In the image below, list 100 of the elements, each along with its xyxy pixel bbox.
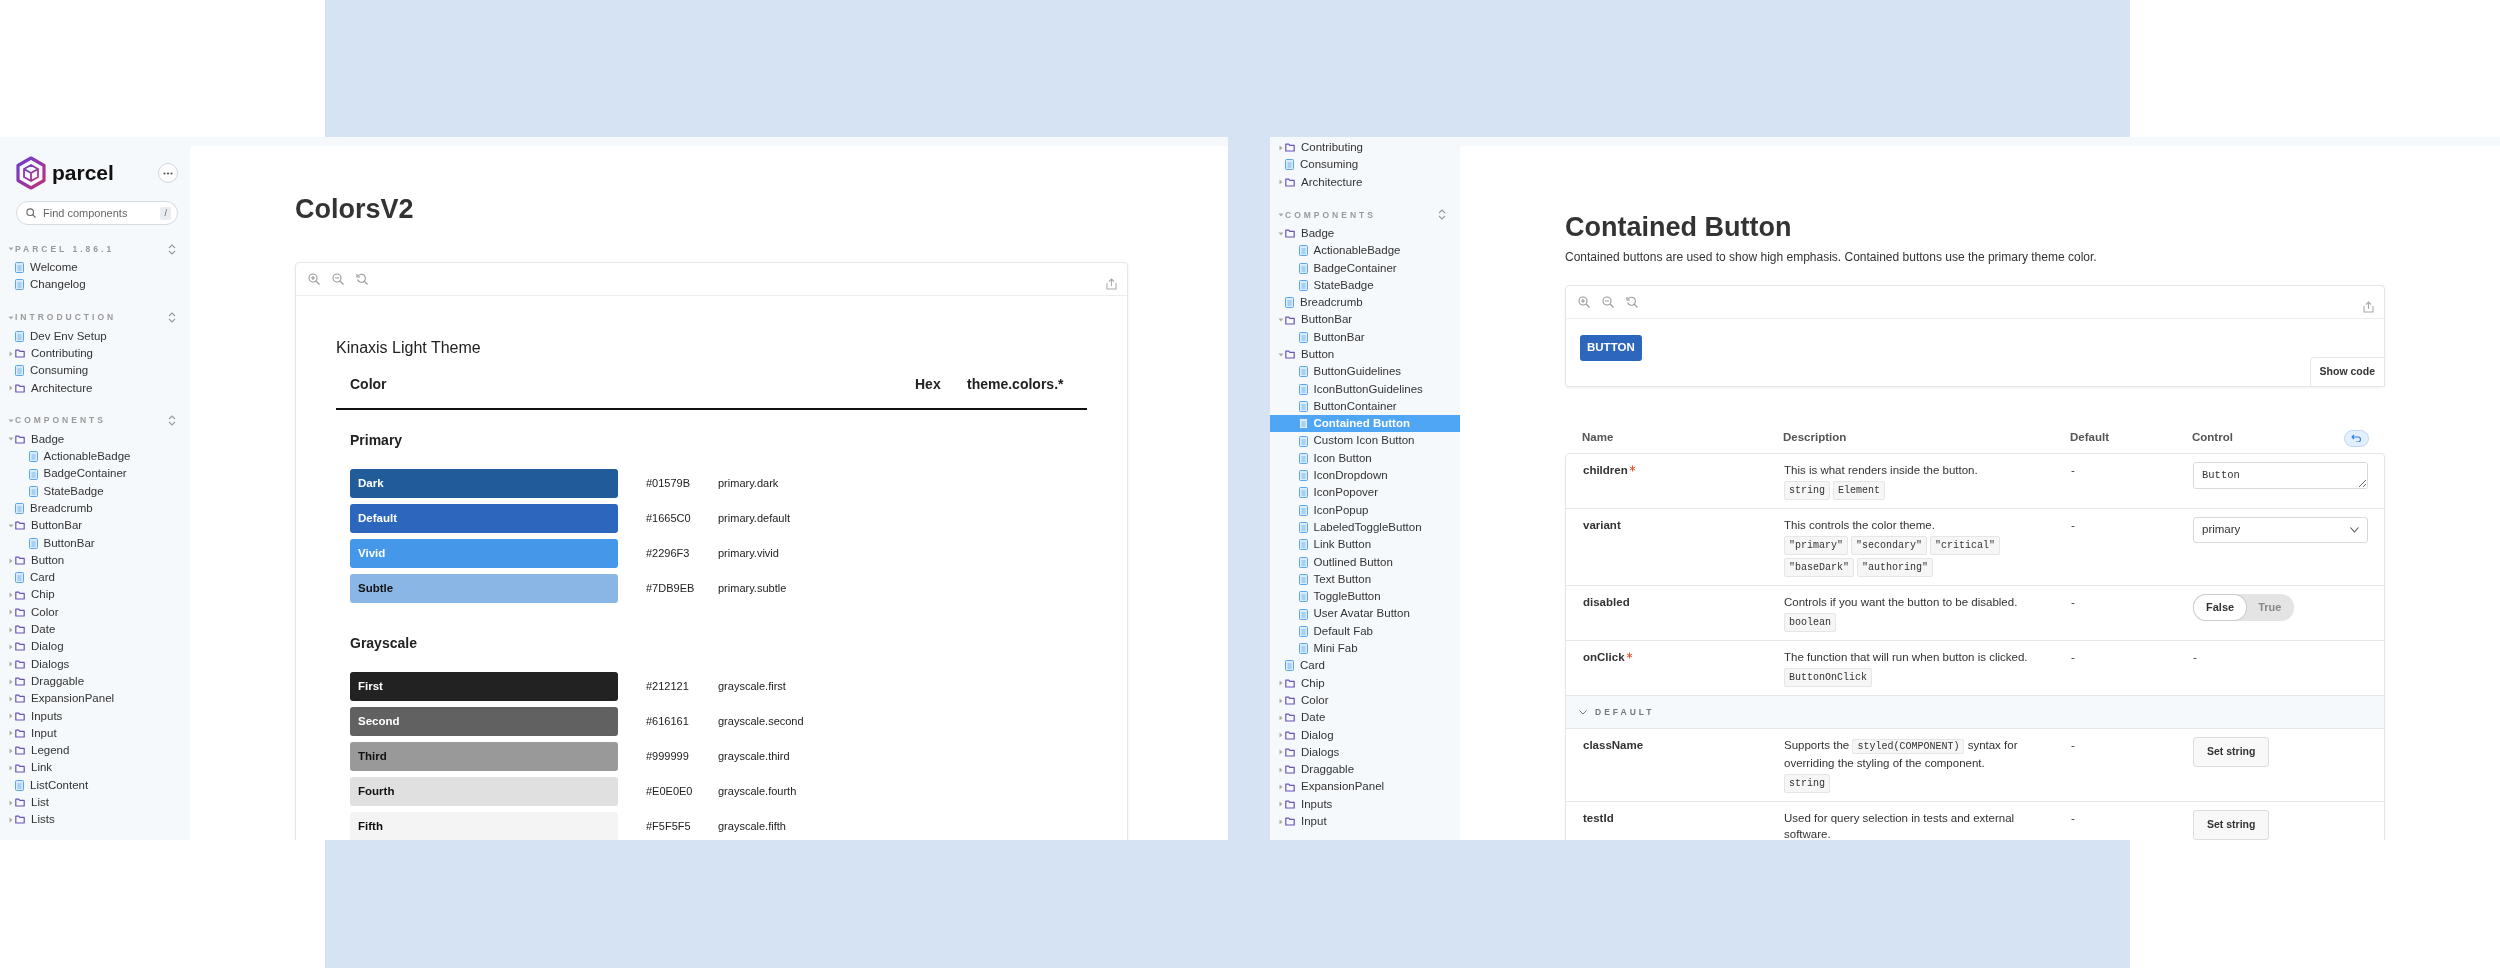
share-icon[interactable]	[2363, 301, 2374, 313]
sidebar-item[interactable]: ExpansionPanel	[0, 690, 190, 708]
sidebar-item[interactable]: User Avatar Button	[1270, 605, 1460, 623]
sidebar-item[interactable]: Dialog	[0, 638, 190, 656]
sidebar-item[interactable]: Card	[0, 569, 190, 587]
sidebar-item[interactable]: Text Button	[1270, 570, 1460, 589]
toggle-option[interactable]: False	[2194, 595, 2247, 620]
sidebar-item[interactable]: Dev Env Setup	[0, 327, 190, 345]
sidebar-item[interactable]: Consuming	[0, 362, 190, 380]
sidebar-item[interactable]: ButtonBar	[0, 517, 190, 535]
share-icon[interactable]	[1106, 278, 1117, 290]
sidebar-item[interactable]: Input	[0, 724, 190, 743]
sidebar-item[interactable]: Color	[1270, 691, 1460, 710]
sidebar-item[interactable]: StateBadge	[0, 482, 190, 500]
sidebar-item[interactable]: Chip	[1270, 674, 1460, 692]
reset-button[interactable]	[2344, 429, 2369, 447]
sidebar-item[interactable]: ListContent	[0, 776, 190, 794]
sidebar-item[interactable]: Inputs	[1270, 795, 1460, 813]
zoom-in-icon[interactable]	[1578, 296, 1590, 308]
set-string-button[interactable]: Set string	[2193, 810, 2270, 840]
expand-icon[interactable]	[1438, 209, 1446, 221]
select-field[interactable]: primary	[2193, 517, 2368, 543]
sidebar-item[interactable]: Architecture	[1270, 173, 1460, 191]
zoom-in-icon[interactable]	[308, 273, 320, 285]
sidebar-item[interactable]: Chip	[0, 586, 190, 604]
token-name: primary.dark	[718, 476, 779, 492]
sidebar-item[interactable]: IconPopover	[1270, 484, 1460, 502]
sidebar-item[interactable]: ButtonBar	[1270, 328, 1460, 346]
prop-name: children	[1583, 463, 1628, 478]
token-name: primary.default	[718, 511, 790, 527]
sidebar-item[interactable]: ExpansionPanel	[1270, 778, 1460, 796]
sidebar-item[interactable]: ButtonContainer	[1270, 397, 1460, 416]
sidebar-item[interactable]: Button	[1270, 345, 1460, 364]
sidebar-item[interactable]: BadgeContainer	[0, 465, 190, 483]
sidebar-item[interactable]: ButtonGuidelines	[1270, 363, 1460, 381]
sidebar-item[interactable]: ActionableBadge	[0, 448, 190, 466]
show-code-button[interactable]: Show code	[2309, 357, 2385, 387]
sidebar-item[interactable]: Button	[0, 551, 190, 570]
sidebar-item[interactable]: IconPopup	[1270, 501, 1460, 519]
document-icon	[28, 485, 38, 497]
sidebar-item[interactable]: Contributing	[0, 344, 190, 363]
sidebar-item[interactable]: Outlined Button	[1270, 553, 1460, 571]
sidebar-item[interactable]: IconDropdown	[1270, 467, 1460, 485]
sidebar-item[interactable]: ActionableBadge	[1270, 242, 1460, 260]
sidebar-item[interactable]: Color	[0, 603, 190, 622]
sidebar-item[interactable]: Draggable	[0, 672, 190, 691]
section-row[interactable]: DEFAULT	[1566, 696, 2384, 729]
folder-icon	[15, 434, 25, 444]
sidebar-item[interactable]: Date	[1270, 709, 1460, 727]
sidebar-item[interactable]: LabeledToggleButton	[1270, 518, 1460, 537]
sidebar-item[interactable]: Lists	[0, 811, 190, 829]
sidebar-item[interactable]: Badge	[1270, 224, 1460, 243]
sidebar-item[interactable]: Input	[1270, 813, 1460, 831]
sidebar-item[interactable]: Icon Button	[1270, 449, 1460, 468]
text-area-field[interactable]: Button	[2193, 462, 2368, 489]
search-field[interactable]: Find components /	[16, 201, 178, 225]
more-button[interactable]	[158, 163, 178, 183]
document-icon	[1298, 366, 1308, 378]
sidebar-item[interactable]: Consuming	[1270, 156, 1460, 174]
zoom-out-icon[interactable]	[1602, 296, 1614, 308]
sidebar-item[interactable]: Inputs	[0, 707, 190, 725]
sidebar-item[interactable]: Changelog	[0, 276, 190, 294]
folder-icon	[1285, 350, 1295, 360]
sidebar-item[interactable]: Dialog	[1270, 726, 1460, 744]
sidebar-item[interactable]: ToggleButton	[1270, 588, 1460, 606]
sidebar-item[interactable]: Default Fab	[1270, 622, 1460, 640]
sidebar-item[interactable]: Mini Fab	[1270, 640, 1460, 658]
sidebar-item[interactable]: BadgeContainer	[1270, 259, 1460, 277]
expand-icon[interactable]	[168, 312, 176, 324]
expand-icon[interactable]	[168, 243, 176, 255]
sidebar-item[interactable]: Date	[0, 621, 190, 639]
theme-title: Kinaxis Light Theme	[336, 338, 482, 358]
sidebar-item[interactable]: Custom Icon Button	[1270, 432, 1460, 450]
search-input[interactable]: Find components	[41, 203, 156, 223]
document-icon	[28, 468, 38, 480]
sidebar-item[interactable]: Draggable	[1270, 761, 1460, 779]
sidebar-item[interactable]: Badge	[0, 430, 190, 449]
sidebar-item[interactable]: Architecture	[0, 379, 190, 397]
sidebar-item[interactable]: Dialogs	[1270, 743, 1460, 762]
hex-value: #1665C0	[646, 512, 691, 525]
sidebar-item[interactable]: Link Button	[1270, 536, 1460, 554]
sidebar-item[interactable]: Breadcrumb	[0, 499, 190, 518]
reset-zoom-icon[interactable]	[1626, 296, 1638, 308]
sidebar-item[interactable]: Contributing	[1270, 139, 1460, 157]
sidebar-item[interactable]: Link	[0, 759, 190, 777]
sidebar-item[interactable]: Dialogs	[0, 655, 190, 673]
demo-button[interactable]: BUTTON	[1580, 334, 1642, 361]
expand-icon[interactable]	[168, 415, 176, 427]
sidebar-item[interactable]: StateBadge	[1270, 276, 1460, 295]
sidebar-item[interactable]: List	[0, 794, 190, 812]
sidebar-item[interactable]: ButtonBar	[0, 534, 190, 552]
set-string-button[interactable]: Set string	[2193, 737, 2270, 767]
sidebar-item[interactable]: Welcome	[0, 259, 190, 277]
sidebar-item[interactable]: Card	[1270, 657, 1460, 675]
sidebar-item[interactable]: Breadcrumb	[1270, 294, 1460, 312]
sidebar-item[interactable]: ButtonBar	[1270, 311, 1460, 329]
zoom-out-icon[interactable]	[332, 273, 344, 285]
sidebar-item[interactable]: IconButtonGuidelines	[1270, 380, 1460, 398]
sidebar-item[interactable]: Legend	[0, 742, 190, 760]
reset-zoom-icon[interactable]	[356, 273, 368, 285]
